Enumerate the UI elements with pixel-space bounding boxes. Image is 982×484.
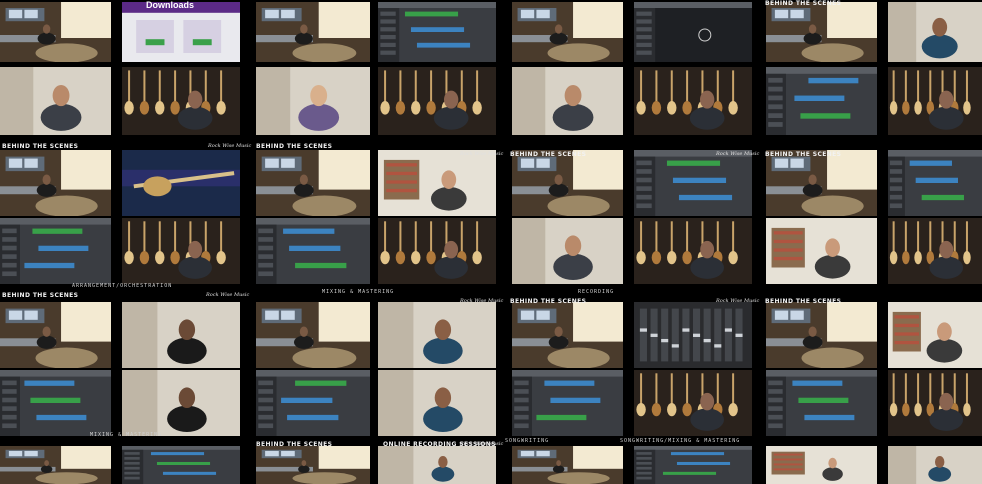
- video-tile-studio: [512, 302, 623, 368]
- video-tile-studio: [0, 150, 111, 216]
- video-tile-guitars: [378, 67, 496, 135]
- video-tile-portrait: [0, 67, 111, 135]
- header-behind-scenes-4: BEHIND THE SCENES: [510, 151, 587, 158]
- video-tile-portrait: [256, 67, 370, 135]
- video-tile-portrait: [512, 218, 623, 284]
- caption-songwriting-mixing: SONGWRITING/MIXING & MASTERING: [620, 438, 741, 444]
- video-tile-guitars: [122, 218, 240, 284]
- video-tile-portrait: [378, 446, 496, 484]
- video-tile-download: [122, 2, 240, 62]
- watermark-1: Rock Wise Music: [208, 143, 252, 149]
- video-tile-room: [378, 150, 496, 216]
- video-tile-guitars: [122, 67, 240, 135]
- video-tile-studio: [766, 2, 877, 62]
- header-behind-scenes-1: BEHIND THE SCENES: [765, 0, 842, 7]
- video-tile-guitars: [888, 370, 982, 436]
- watermark-5: Rock Wise Music: [460, 298, 504, 304]
- header-behind-scenes-9: BEHIND THE SCENES: [256, 441, 333, 448]
- video-tile-portrait: [122, 370, 240, 436]
- video-tile-guitars: [888, 218, 982, 284]
- video-tile-daw: [888, 150, 982, 216]
- download-window-title: Downloads: [146, 0, 195, 10]
- video-tile-daw: [256, 370, 370, 436]
- video-tile-mixer: [634, 302, 752, 368]
- video-tile-portrait: [888, 446, 982, 484]
- video-tile-portrait: [378, 370, 496, 436]
- video-tile-daw: [512, 370, 623, 436]
- video-tile-studio: [256, 2, 370, 62]
- video-tile-guitars: [378, 218, 496, 284]
- video-mosaic: [0, 0, 982, 484]
- video-tile-daw: [634, 446, 752, 484]
- video-tile-studio: [512, 150, 623, 216]
- caption-mixing-2: MIXING & MASTERING: [90, 432, 163, 438]
- video-tile-studio: [512, 446, 623, 484]
- video-tile-studio: [0, 302, 111, 368]
- video-tile-portrait: [888, 2, 982, 62]
- video-tile-studio: [0, 2, 111, 62]
- watermark-2: Rock Wise Music: [460, 151, 504, 157]
- video-tile-guitars: [634, 370, 752, 436]
- video-tile-daw: [634, 150, 752, 216]
- header-behind-scenes-8: BEHIND THE SCENES: [765, 298, 842, 305]
- video-tile-studio: [512, 2, 623, 62]
- header-behind-scenes-5: BEHIND THE SCENES: [765, 151, 842, 158]
- watermark-3: Rock Wise Music: [716, 151, 760, 157]
- video-tile-bass: [122, 150, 240, 216]
- video-tile-studio: [256, 446, 370, 484]
- video-tile-studio: [256, 302, 370, 368]
- video-tile-daw: [0, 370, 111, 436]
- video-tile-portrait: [378, 302, 496, 368]
- header-behind-scenes-2: BEHIND THE SCENES: [2, 143, 79, 150]
- watermark-4: Rock Wise Music: [206, 292, 250, 298]
- video-tile-room: [766, 218, 877, 284]
- video-tile-studio: [766, 302, 877, 368]
- caption-songwriting: SONGWRITING: [505, 438, 550, 444]
- watermark-6: Rock Wise Music: [716, 298, 760, 304]
- caption-recording-1: RECORDING: [578, 289, 615, 295]
- video-tile-daw: [378, 2, 496, 62]
- video-tile-portrait: [512, 67, 623, 135]
- video-tile-daw: [0, 218, 111, 284]
- video-tile-portrait: [122, 302, 240, 368]
- video-tile-room: [766, 446, 877, 484]
- video-tile-daw: [766, 67, 877, 135]
- video-tile-daw: [256, 218, 370, 284]
- video-tile-studio: [256, 150, 370, 216]
- video-tile-daw: [122, 446, 240, 484]
- video-tile-room: [888, 302, 982, 368]
- video-tile-studio: [766, 150, 877, 216]
- video-tile-studio: [0, 446, 111, 484]
- video-tile-guitars: [634, 218, 752, 284]
- watermark-7: Rock Wise Music: [460, 441, 504, 447]
- video-tile-daw: [766, 370, 877, 436]
- header-behind-scenes-3: BEHIND THE SCENES: [256, 143, 333, 150]
- video-tile-guitars: [888, 67, 982, 135]
- header-behind-scenes-7: BEHIND THE SCENES: [510, 298, 587, 305]
- video-tile-daw-dark: [634, 2, 752, 62]
- caption-mixing-1: MIXING & MASTERING: [322, 289, 395, 295]
- header-behind-scenes-6: BEHIND THE SCENES: [2, 292, 79, 299]
- video-tile-guitars: [634, 67, 752, 135]
- caption-arrangement: ARRANGEMENT/ORCHESTRATION: [72, 283, 173, 289]
